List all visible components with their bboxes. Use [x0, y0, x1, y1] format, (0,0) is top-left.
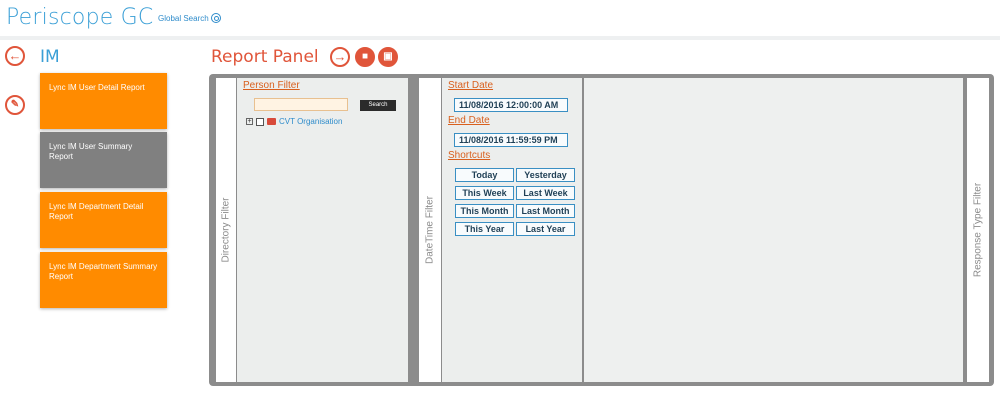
- datetime-filter-tab[interactable]: DateTime Filter: [419, 78, 441, 382]
- start-date-label: Start Date: [448, 80, 494, 91]
- directory-filter-label: Directory Filter: [220, 197, 232, 263]
- datetime-empty-area: [584, 78, 963, 382]
- end-date-label: End Date: [448, 115, 490, 126]
- header-divider: [0, 36, 1000, 40]
- search-icon: [210, 13, 221, 23]
- report-card-label: Lync IM Department Detail Report: [49, 202, 144, 221]
- search-button[interactable]: Search: [360, 100, 396, 111]
- report-card-lync-im-department-summary[interactable]: Lync IM Department Summary Report: [40, 252, 167, 308]
- report-card-label: Lync IM User Summary Report: [49, 142, 133, 161]
- global-search-label: Global Search: [158, 13, 209, 23]
- shortcut-this-month-button[interactable]: This Month: [455, 204, 514, 218]
- save-icon[interactable]: ■: [355, 47, 375, 67]
- tree-checkbox[interactable]: [256, 117, 264, 126]
- schedule-icon[interactable]: ▣: [378, 47, 398, 67]
- shortcut-last-month-button[interactable]: Last Month: [516, 204, 575, 218]
- response-type-filter-tab[interactable]: Response Type Filter: [967, 78, 989, 382]
- global-search-link[interactable]: Global Search: [158, 13, 221, 23]
- start-date-input[interactable]: 11/08/2016 12:00:00 AM: [454, 98, 568, 112]
- section-title: IM: [40, 47, 60, 67]
- directory-filter-tab[interactable]: Directory Filter: [216, 78, 236, 382]
- report-card-lync-im-department-detail[interactable]: Lync IM Department Detail Report: [40, 192, 167, 248]
- response-type-filter-label: Response Type Filter: [972, 182, 984, 278]
- shortcut-this-week-button[interactable]: This Week: [455, 186, 514, 200]
- end-date-input[interactable]: 11/08/2016 11:59:59 PM: [454, 133, 568, 147]
- report-card-label: Lync IM User Detail Report: [49, 83, 145, 92]
- tree-node-label[interactable]: CVT Organisation: [279, 117, 342, 126]
- person-filter-link[interactable]: Person Filter: [243, 80, 300, 91]
- expand-plus-icon[interactable]: +: [246, 118, 253, 125]
- report-card-lync-im-user-summary[interactable]: Lync IM User Summary Report: [40, 132, 167, 188]
- run-arrow-icon[interactable]: →: [330, 47, 350, 67]
- shortcut-this-year-button[interactable]: This Year: [455, 222, 514, 236]
- report-card-lync-im-user-detail[interactable]: Lync IM User Detail Report: [40, 73, 167, 129]
- top-bar: Periscope GC Global Search: [0, 0, 1000, 36]
- edit-pencil-icon[interactable]: ✎: [5, 95, 25, 115]
- shortcuts-label: Shortcuts: [448, 150, 491, 161]
- app-title: Periscope GC: [6, 5, 154, 30]
- shortcut-today-button[interactable]: Today: [455, 168, 514, 182]
- back-arrow-icon[interactable]: ←: [5, 46, 25, 66]
- person-search-input[interactable]: [254, 98, 348, 111]
- shortcut-last-year-button[interactable]: Last Year: [516, 222, 575, 236]
- folder-icon: [267, 118, 276, 125]
- report-panel-title: Report Panel: [211, 47, 319, 67]
- shortcut-yesterday-button[interactable]: Yesterday: [516, 168, 575, 182]
- report-card-label: Lync IM Department Summary Report: [49, 262, 158, 281]
- datetime-filter-label: DateTime Filter: [424, 196, 436, 264]
- tree-node-root[interactable]: + CVT Organisation: [246, 117, 342, 126]
- shortcut-last-week-button[interactable]: Last Week: [516, 186, 575, 200]
